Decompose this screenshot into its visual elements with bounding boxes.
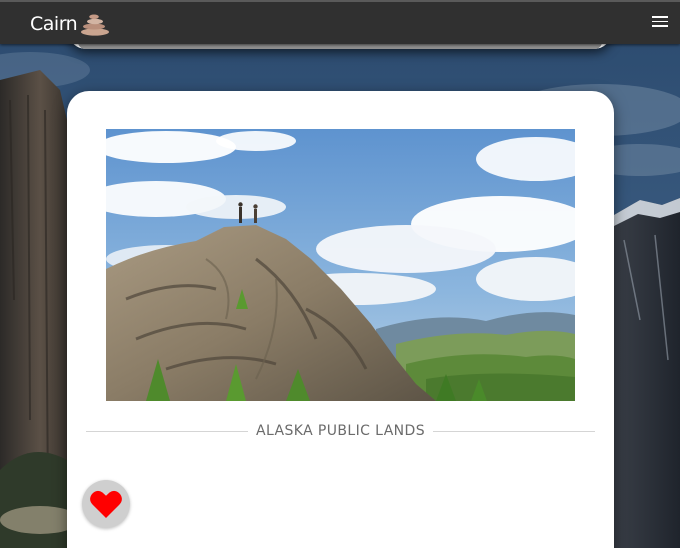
- app-page: Cairn ALASKA PUBLIC LANDS: [0, 0, 680, 548]
- hamburger-menu-icon[interactable]: [652, 16, 668, 30]
- favorite-button[interactable]: [82, 480, 130, 528]
- cairn-stones-icon: [81, 14, 110, 36]
- brand-name: Cairn: [30, 13, 78, 35]
- brand-link[interactable]: Cairn: [30, 10, 111, 38]
- place-card[interactable]: ALASKA PUBLIC LANDS: [67, 91, 614, 548]
- heart-icon: [90, 490, 122, 518]
- title-divider-left: [86, 430, 248, 432]
- rocky-outcrop-hikers-photo[interactable]: [106, 129, 575, 401]
- top-navbar: Cairn: [0, 0, 680, 44]
- card-title[interactable]: ALASKA PUBLIC LANDS: [248, 423, 433, 439]
- title-divider-right: [433, 430, 596, 432]
- card-title-row: ALASKA PUBLIC LANDS: [86, 421, 596, 441]
